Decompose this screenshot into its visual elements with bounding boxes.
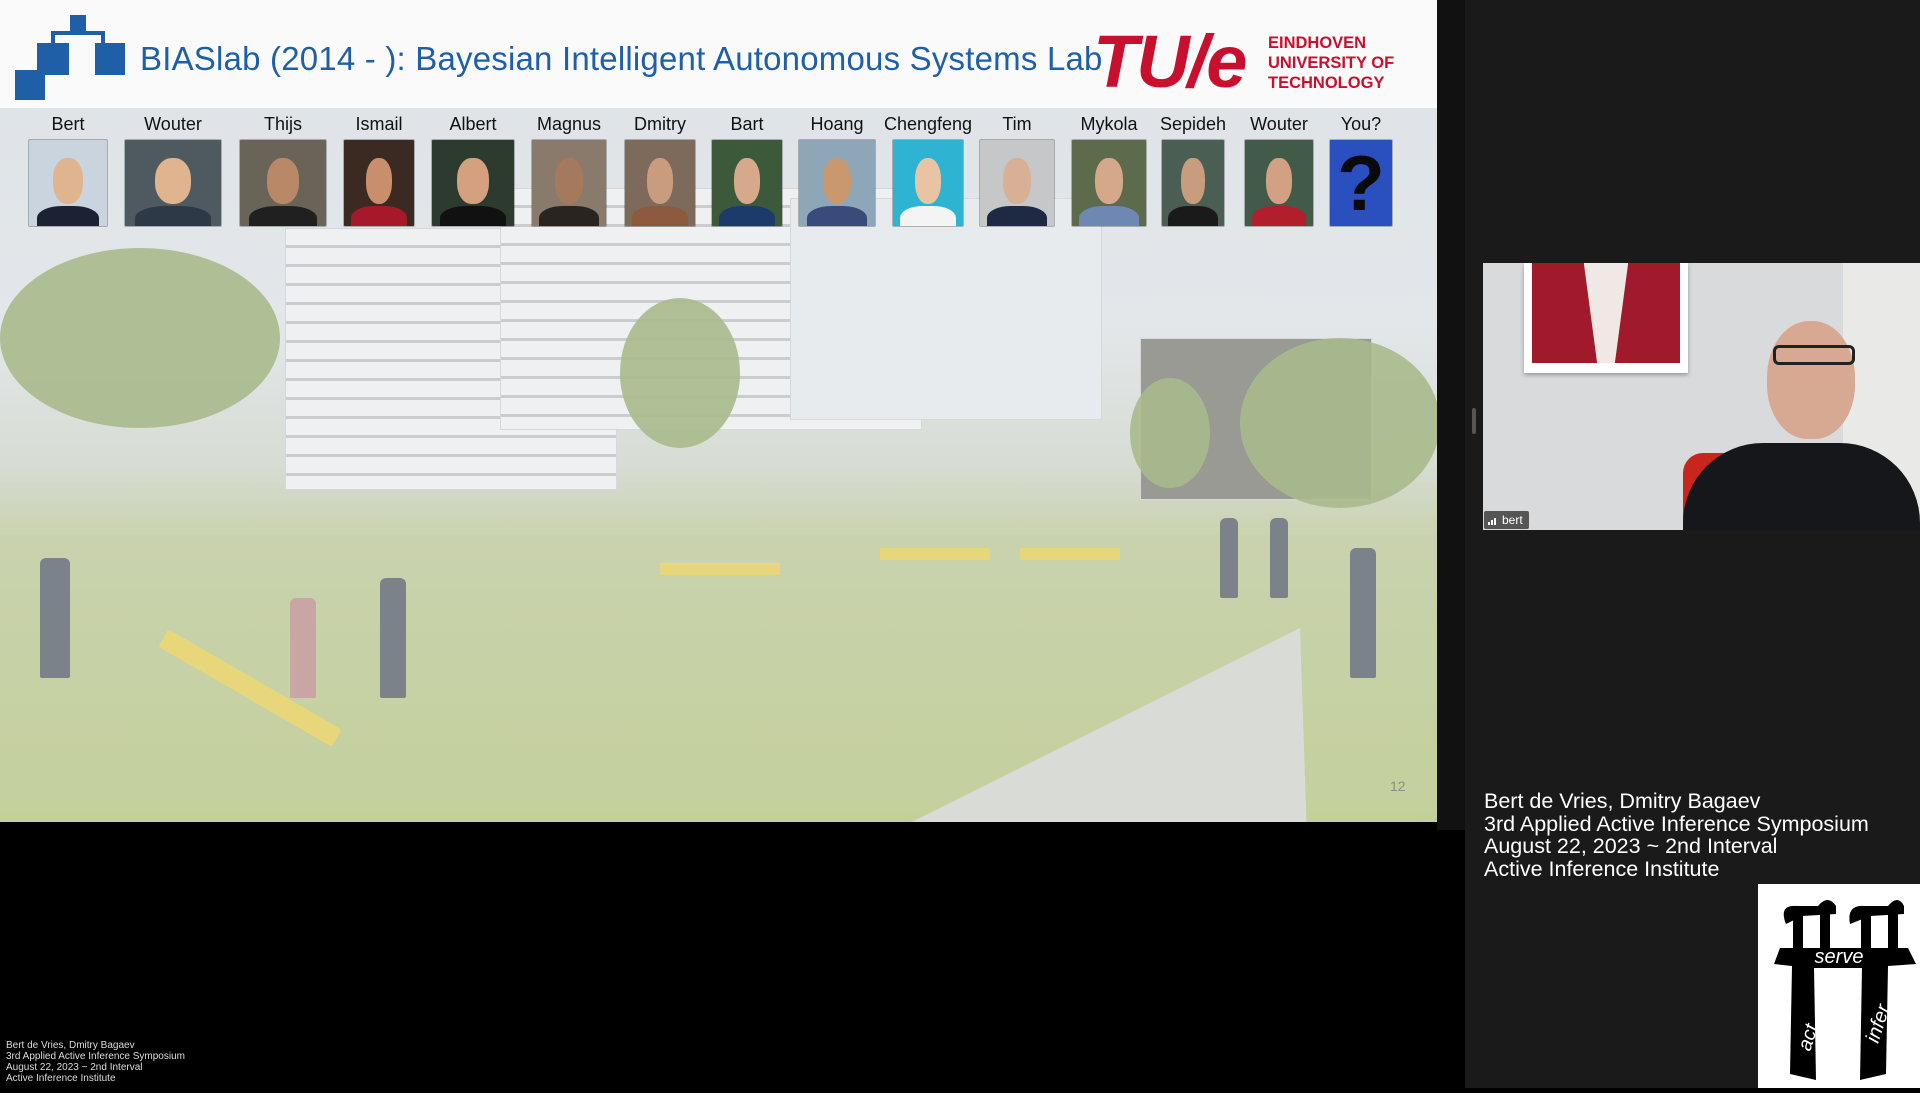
biaslab-logo-icon xyxy=(15,15,125,100)
member-card: Hoang xyxy=(799,112,875,226)
member-photo xyxy=(1162,140,1224,226)
member-photo xyxy=(532,140,606,226)
wall-painting xyxy=(1524,263,1688,373)
panel-divider xyxy=(1437,0,1465,830)
member-photo xyxy=(980,140,1054,226)
member-card: Chengfeng xyxy=(880,112,976,226)
tue-logo: TU/e xyxy=(1093,20,1247,103)
speaker-glasses xyxy=(1773,345,1855,365)
member-card: You? ? xyxy=(1330,112,1392,226)
member-card: Albert xyxy=(432,112,514,226)
lab-members-row: Bert Wouter Thijs Ismail Albert Magnus D… xyxy=(0,112,1437,237)
member-card: Wouter xyxy=(125,112,221,226)
member-photo xyxy=(1245,140,1313,226)
member-photo xyxy=(625,140,695,226)
member-card: Magnus xyxy=(532,112,606,226)
participant-name-tag: bert xyxy=(1484,511,1529,529)
member-card: Sepideh xyxy=(1155,112,1231,226)
slide-title: BIASlab (2014 - ): Bayesian Intelligent … xyxy=(140,40,1103,77)
event-info: Bert de Vries, Dmitry Bagaev 3rd Applied… xyxy=(1484,790,1869,880)
speaker-head xyxy=(1767,321,1855,439)
member-photo xyxy=(893,140,963,226)
member-card: Wouter xyxy=(1245,112,1313,226)
event-info-line: Active Inference Institute xyxy=(1484,856,1720,881)
speaker-video-tile[interactable] xyxy=(1483,263,1920,530)
event-info-small: Bert de Vries, Dmitry Bagaev 3rd Applied… xyxy=(6,1040,185,1084)
member-photo xyxy=(344,140,414,226)
slide-header: BIASlab (2014 - ): Bayesian Intelligent … xyxy=(0,0,1437,108)
signal-strength-icon xyxy=(1488,518,1496,526)
member-photo xyxy=(1072,140,1146,226)
member-photo xyxy=(240,140,326,226)
member-photo xyxy=(125,140,221,226)
svg-text:serve: serve xyxy=(1815,946,1864,968)
event-info-line: Bert de Vries, Dmitry Bagaev xyxy=(1484,789,1761,813)
question-mark-icon: ? xyxy=(1337,140,1385,226)
presentation-slide: BIASlab (2014 - ): Bayesian Intelligent … xyxy=(0,0,1437,822)
event-info-line: 3rd Applied Active Inference Symposium xyxy=(1484,811,1869,836)
speaker-body xyxy=(1683,443,1920,530)
resize-handle[interactable] xyxy=(1472,408,1476,434)
member-photo xyxy=(712,140,782,226)
member-card: Mykola xyxy=(1072,112,1146,226)
member-photo xyxy=(29,140,107,226)
unknown-member-photo: ? xyxy=(1330,140,1392,226)
slide-number: 12 xyxy=(1390,778,1406,794)
member-card: Tim xyxy=(980,112,1054,226)
member-card: Ismail xyxy=(344,112,414,226)
active-inference-institute-logo: serve act infer xyxy=(1758,884,1920,1088)
member-card: Bart xyxy=(712,112,782,226)
act-serve-infer-logo-icon: serve act infer xyxy=(1774,900,1916,1080)
university-name: EINDHOVEN UNIVERSITY OF TECHNOLOGY xyxy=(1268,34,1395,92)
member-card: Bert xyxy=(28,112,108,226)
member-photo xyxy=(799,140,875,226)
event-info-line: August 22, 2023 ~ 2nd Interval xyxy=(1484,834,1778,858)
member-card: Dmitry xyxy=(625,112,695,226)
member-photo xyxy=(432,140,514,226)
member-card: Thijs xyxy=(240,112,326,226)
